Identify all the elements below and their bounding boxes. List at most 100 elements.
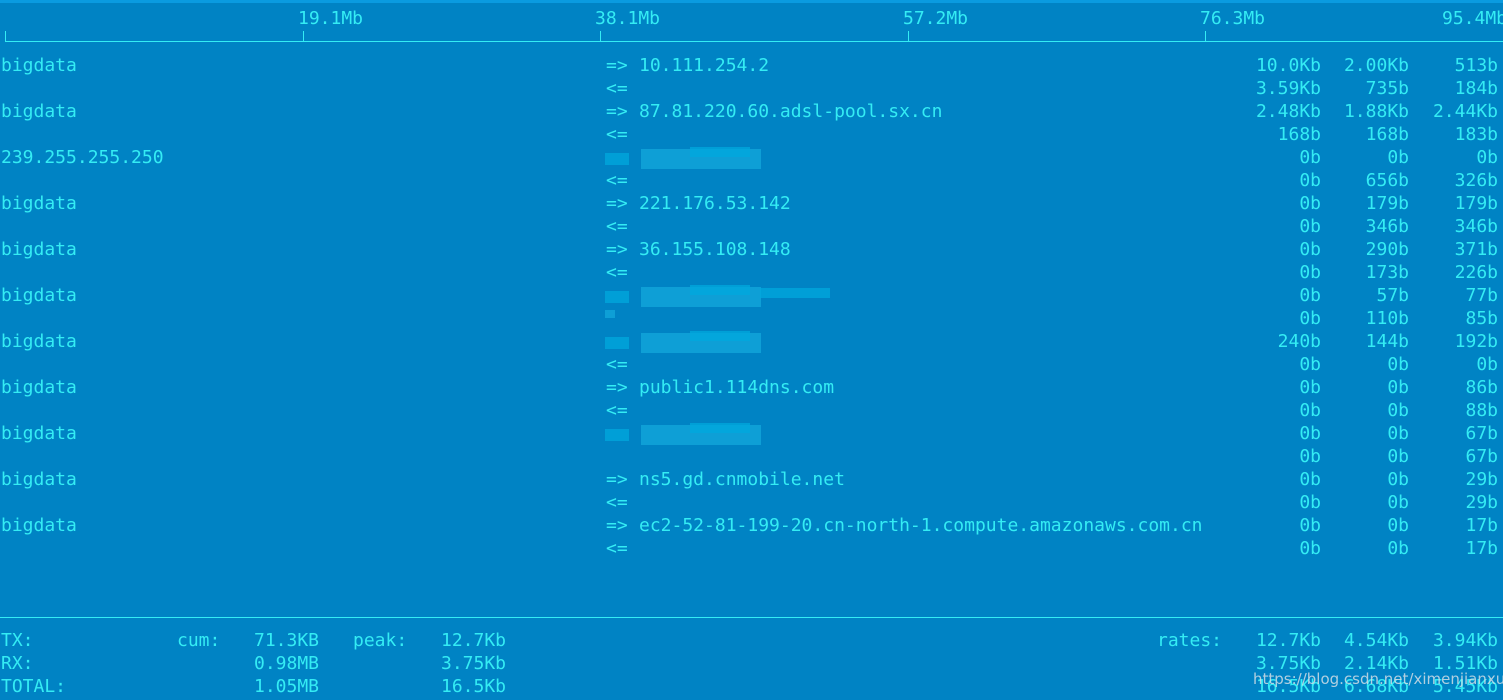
- tx-rate: 192b: [1454, 331, 1498, 352]
- tx-rate: 0b: [1476, 147, 1498, 168]
- tx-rate: 0b: [1299, 515, 1321, 536]
- rx-rate: 110b: [1365, 308, 1409, 329]
- local-host: bigdata: [1, 285, 77, 306]
- rx-rate: 0b: [1476, 354, 1498, 375]
- rx-rate: 17b: [1465, 538, 1498, 559]
- rx-rate: 226b: [1454, 262, 1498, 283]
- outbound-arrow: =>: [606, 515, 628, 536]
- remote-host: 10.111.254.2: [639, 55, 770, 76]
- tx-rate: 371b: [1454, 239, 1498, 260]
- outbound-arrow: =>: [606, 101, 628, 122]
- rx-rate: 0b: [1299, 354, 1321, 375]
- tx-rate: 179b: [1365, 193, 1409, 214]
- rx-rate: 168b: [1277, 124, 1321, 145]
- tx-label: TX:: [1, 630, 34, 651]
- tx-rate: 10.0Kb: [1255, 55, 1321, 76]
- tx-rate: 0b: [1387, 377, 1409, 398]
- redacted-remote-host: [605, 337, 629, 349]
- scale-tick-label: 19.1Mb: [298, 8, 364, 29]
- rx-rate: 0b: [1387, 538, 1409, 559]
- peak-label: peak:: [353, 630, 408, 651]
- rx-rate: 0b: [1299, 400, 1321, 421]
- redacted-remote-host: [690, 285, 750, 295]
- inbound-arrow: <=: [606, 124, 628, 145]
- inbound-arrow: <=: [606, 354, 628, 375]
- rx-rate: 0b: [1299, 446, 1321, 467]
- rx-rate: 346b: [1365, 216, 1409, 237]
- tx-rate: 17b: [1465, 515, 1498, 536]
- outbound-arrow: =>: [606, 55, 628, 76]
- rx-rate: 168b: [1365, 124, 1409, 145]
- inbound-arrow: <=: [606, 400, 628, 421]
- window-top-bar: [0, 0, 1503, 3]
- rx-rate: 0b: [1387, 492, 1409, 513]
- tx-rate: 144b: [1365, 331, 1409, 352]
- tx-rate: 0b: [1299, 193, 1321, 214]
- tx-rate: 1.88Kb: [1343, 101, 1409, 122]
- cum-label: cum:: [177, 630, 221, 651]
- tx-rate: 86b: [1465, 377, 1498, 398]
- redacted-remote-host: [690, 147, 750, 157]
- rates-label: rates:: [1157, 630, 1223, 651]
- tx-rate-2s: 12.7Kb: [1255, 630, 1321, 651]
- redacted-remote-host: [690, 423, 750, 433]
- tx-rate: 290b: [1365, 239, 1409, 260]
- watermark: https://blog.csdn.net/ximenjianxue: [1253, 670, 1503, 688]
- redacted-remote-host: [760, 288, 830, 298]
- rx-rate: 656b: [1365, 170, 1409, 191]
- local-host: bigdata: [1, 515, 77, 536]
- tx-rate: 2.44Kb: [1432, 101, 1498, 122]
- rx-label: RX:: [1, 653, 34, 674]
- tx-rate: 240b: [1277, 331, 1321, 352]
- local-host: bigdata: [1, 423, 77, 444]
- rx-rate: 735b: [1365, 78, 1409, 99]
- remote-host: ns5.gd.cnmobile.net: [639, 469, 845, 490]
- total-peak-value: 16.5Kb: [441, 676, 507, 697]
- remote-host: public1.114dns.com: [639, 377, 835, 398]
- totals-separator: [0, 617, 1503, 618]
- rx-rate: 67b: [1465, 446, 1498, 467]
- remote-host: ec2-52-81-199-20.cn-north-1.compute.amaz…: [639, 515, 1203, 536]
- tx-rate: 0b: [1387, 147, 1409, 168]
- outbound-arrow: =>: [606, 469, 628, 490]
- tx-rate: 0b: [1299, 147, 1321, 168]
- scale-tick-label: 57.2Mb: [903, 8, 969, 29]
- tx-rate-10s: 4.54Kb: [1343, 630, 1409, 651]
- rx-rate: 29b: [1465, 492, 1498, 513]
- rx-rate: 183b: [1454, 124, 1498, 145]
- rx-rate: 0b: [1387, 400, 1409, 421]
- tx-rate: 67b: [1465, 423, 1498, 444]
- local-host: bigdata: [1, 331, 77, 352]
- local-host: 239.255.255.250: [1, 147, 164, 168]
- local-host: bigdata: [1, 469, 77, 490]
- tx-rate: 77b: [1465, 285, 1498, 306]
- tx-rate: 179b: [1454, 193, 1498, 214]
- tx-peak-value: 12.7Kb: [441, 630, 507, 651]
- local-host: bigdata: [1, 101, 77, 122]
- rx-rate: 0b: [1299, 492, 1321, 513]
- inbound-arrow: <=: [606, 492, 628, 513]
- tx-rate: 29b: [1465, 469, 1498, 490]
- tx-rate: 57b: [1376, 285, 1409, 306]
- scale-line: [5, 41, 1503, 42]
- inbound-arrow: <=: [606, 538, 628, 559]
- rx-rate: 0b: [1299, 538, 1321, 559]
- tx-rate: 0b: [1299, 377, 1321, 398]
- tx-rate: 2.00Kb: [1343, 55, 1409, 76]
- total-label: TOTAL:: [1, 676, 67, 697]
- rx-rate: 0b: [1299, 170, 1321, 191]
- tx-rate: 0b: [1299, 239, 1321, 260]
- local-host: bigdata: [1, 239, 77, 260]
- total-cum-value: 1.05MB: [254, 676, 320, 697]
- redacted-remote-host: [690, 331, 750, 341]
- scale-tick-label: 38.1Mb: [595, 8, 661, 29]
- inbound-arrow: <=: [606, 262, 628, 283]
- local-host: bigdata: [1, 55, 77, 76]
- rx-rate: 173b: [1365, 262, 1409, 283]
- inbound-arrow: <=: [606, 170, 628, 191]
- inbound-arrow: <=: [606, 216, 628, 237]
- tx-rate: 513b: [1454, 55, 1498, 76]
- rx-rate: 184b: [1454, 78, 1498, 99]
- rx-rate: 3.59Kb: [1255, 78, 1321, 99]
- outbound-arrow: =>: [606, 239, 628, 260]
